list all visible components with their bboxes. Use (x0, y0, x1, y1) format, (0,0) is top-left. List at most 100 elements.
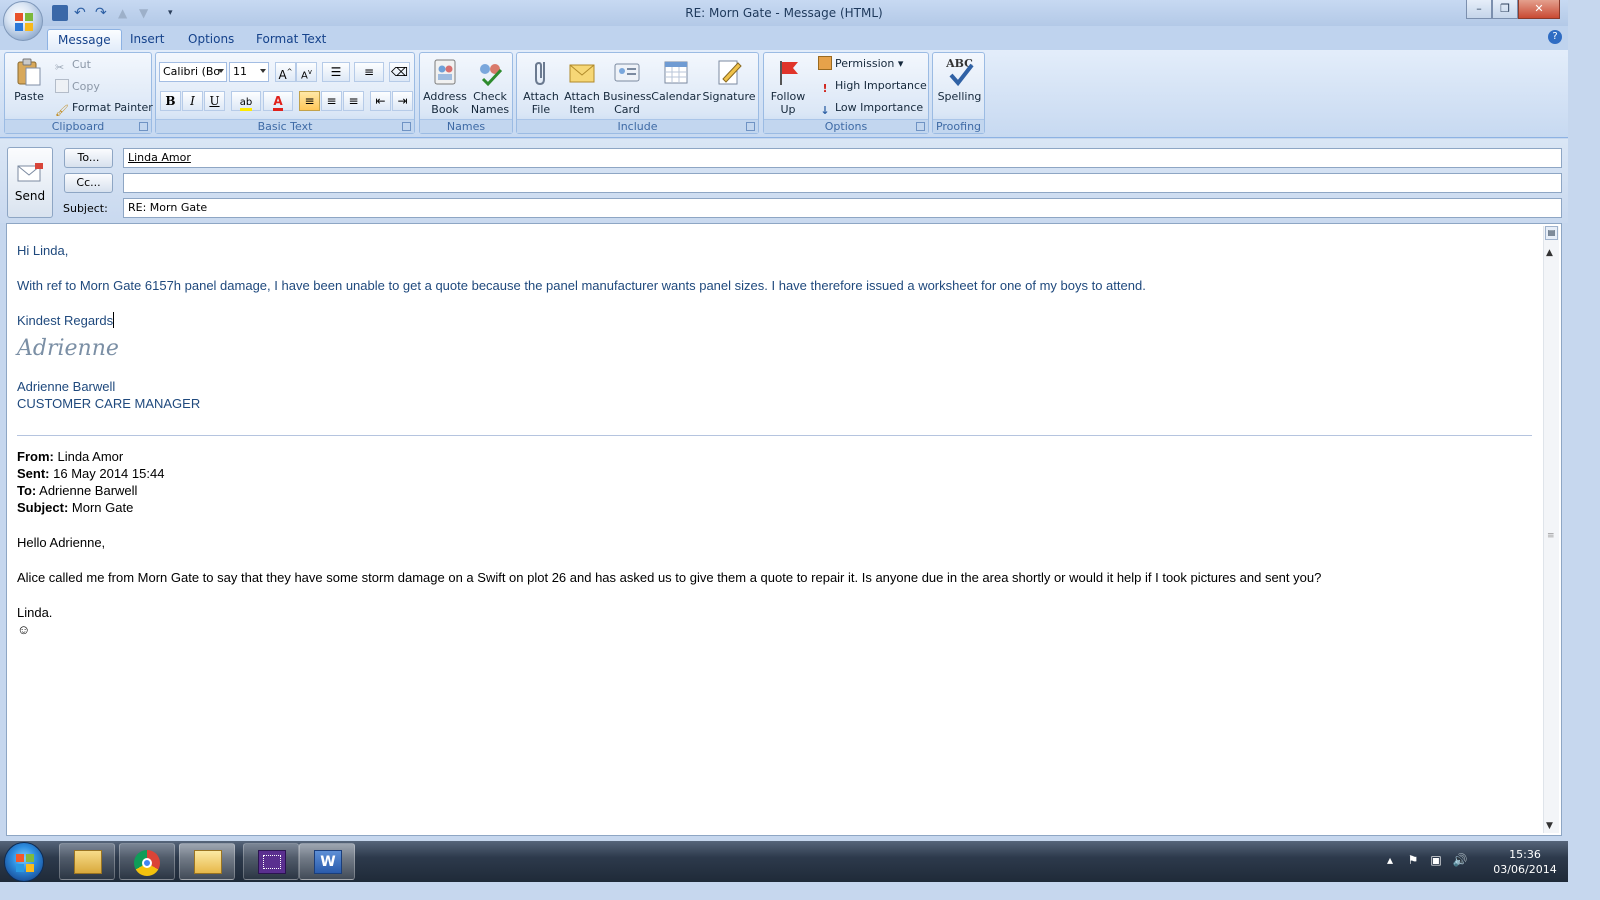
undo-icon[interactable]: ↶ (74, 5, 90, 21)
basic-text-group: Calibri (Bo 11 A^ Av ☰ ≡ ⌫ B I U ab A ≡ … (155, 52, 415, 134)
to-button[interactable]: To... (64, 148, 113, 168)
cc-button[interactable]: Cc... (64, 173, 113, 193)
previous-item-icon[interactable]: ▲ (118, 5, 134, 21)
grow-font-button[interactable]: A^ (275, 62, 296, 82)
ruler-toggle-icon[interactable]: ▤ (1545, 226, 1558, 240)
taskbar-calendar-app[interactable] (243, 843, 299, 880)
system-clock[interactable]: 15:36 03/06/2014 (1490, 847, 1560, 877)
paste-label: Paste (14, 90, 44, 103)
paste-button[interactable]: Paste (9, 57, 49, 103)
permission-button[interactable]: Permission ▾ (818, 55, 903, 73)
increase-indent-button[interactable]: ⇥ (392, 91, 413, 111)
minimize-button[interactable]: – (1466, 0, 1492, 19)
format-painter-button[interactable]: 🖌 Format Painter (55, 99, 153, 117)
bullets-button[interactable]: ☰ (322, 62, 350, 82)
align-left-button[interactable]: ≡ (299, 91, 320, 111)
font-name-combo[interactable]: Calibri (Bo (159, 62, 227, 82)
tab-options[interactable]: Options (178, 29, 244, 50)
include-dialog-launcher[interactable] (746, 122, 755, 131)
follow-up-button[interactable]: Follow Up (766, 57, 810, 116)
scroll-down-icon[interactable]: ▼ (1546, 821, 1553, 831)
numbering-button[interactable]: ≡ (354, 62, 384, 82)
to-label: To: (17, 483, 37, 498)
text-cursor (113, 312, 115, 328)
help-icon[interactable]: ? (1548, 30, 1562, 44)
copy-button[interactable]: Copy (55, 78, 100, 96)
tab-message[interactable]: Message (47, 29, 122, 50)
signature-button[interactable]: Signature (701, 57, 757, 103)
signature-icon (718, 60, 742, 85)
message-content[interactable]: Hi Linda, With ref to Morn Gate 6157h pa… (17, 242, 1532, 638)
exclamation-icon: ! (822, 82, 828, 95)
start-button[interactable] (4, 842, 44, 882)
attach-item-button[interactable]: Attach Item (561, 57, 603, 116)
vertical-scrollbar[interactable]: ▤ ▲ ≡ ▼ (1543, 226, 1559, 833)
action-center-flag-icon[interactable]: ⚑ (1405, 853, 1421, 869)
redo-icon[interactable]: ↷ (95, 5, 111, 21)
taskbar-word[interactable]: W (299, 843, 355, 880)
maximize-button[interactable]: ❐ (1492, 0, 1518, 19)
high-importance-button[interactable]: ! High Importance (818, 77, 926, 95)
font-size-combo[interactable]: 11 (229, 62, 269, 82)
address-book-button[interactable]: Address Book (422, 57, 468, 116)
from-label: From: (17, 449, 54, 464)
customize-toolbar-icon[interactable]: ▾ (168, 5, 184, 21)
sent-value: 16 May 2014 15:44 (53, 466, 165, 481)
ribbon-tabs: Message Insert Options Format Text ? (0, 26, 1568, 50)
attach-file-label-2: File (531, 103, 551, 116)
include-group-label: Include (517, 119, 758, 133)
underline-button[interactable]: U (204, 91, 225, 111)
cc-field[interactable] (123, 173, 1562, 193)
italic-button[interactable]: I (182, 91, 203, 111)
network-icon[interactable]: ▣ (1428, 853, 1444, 869)
scroll-up-icon[interactable]: ▲ (1546, 248, 1553, 258)
clear-formatting-button[interactable]: ⌫ (389, 62, 410, 82)
options-group: Follow Up Permission ▾ ! High Importance … (763, 52, 929, 134)
tab-insert[interactable]: Insert (120, 29, 174, 50)
taskbar-outlook[interactable] (179, 843, 235, 880)
flag-icon (780, 61, 798, 85)
bold-button[interactable]: B (160, 91, 181, 111)
taskbar-explorer[interactable] (59, 843, 115, 880)
business-card-button[interactable]: Business Card (603, 57, 652, 116)
folder-icon (74, 850, 102, 874)
check-names-button[interactable]: Check Names (468, 57, 512, 116)
spelling-button[interactable]: ABC Spelling (934, 57, 985, 103)
chevron-down-icon (260, 69, 266, 73)
basic-text-dialog-launcher[interactable] (402, 122, 411, 131)
send-button[interactable]: Send (7, 147, 53, 218)
decrease-indent-button[interactable]: ⇤ (370, 91, 391, 111)
next-item-icon[interactable]: ▼ (139, 5, 155, 21)
subject-field[interactable]: RE: Morn Gate (123, 198, 1562, 218)
to-field[interactable]: Linda Amor (123, 148, 1562, 168)
closing: Kindest Regards (17, 313, 114, 328)
low-importance-button[interactable]: ↓ Low Importance (818, 99, 923, 117)
calendar-button[interactable]: Calendar (651, 57, 701, 103)
message-header: Send To... Linda Amor Cc... Subject: RE:… (0, 139, 1568, 223)
sent-label: Sent: (17, 466, 50, 481)
shrink-font-button[interactable]: Av (296, 62, 317, 82)
font-color-button[interactable]: A (263, 91, 293, 111)
align-center-button[interactable]: ≡ (321, 91, 342, 111)
attach-file-button[interactable]: Attach File (519, 57, 563, 116)
address-book-icon (434, 59, 456, 85)
send-label: Send (14, 189, 46, 203)
highlight-button[interactable]: ab (231, 91, 261, 111)
paste-icon (17, 58, 41, 86)
taskbar-chrome[interactable] (119, 843, 175, 880)
close-button[interactable]: ✕ (1518, 0, 1560, 19)
message-body[interactable]: Hi Linda, With ref to Morn Gate 6157h pa… (6, 223, 1562, 836)
volume-icon[interactable]: 🔊 (1452, 853, 1468, 869)
subject-label: Subject: (63, 202, 108, 215)
clipboard-dialog-launcher[interactable] (139, 122, 148, 131)
save-icon[interactable] (52, 5, 68, 21)
options-dialog-launcher[interactable] (916, 122, 925, 131)
check-names-icon (480, 64, 503, 87)
office-button[interactable] (3, 1, 43, 41)
tab-format-text[interactable]: Format Text (246, 29, 336, 50)
align-right-button[interactable]: ≡ (343, 91, 364, 111)
scroll-grip-icon[interactable]: ≡ (1547, 531, 1555, 541)
cut-button[interactable]: ✂ Cut (55, 56, 91, 74)
paintbrush-icon: 🖌 (55, 104, 69, 117)
show-hidden-icons-icon[interactable]: ▴ (1382, 853, 1398, 869)
